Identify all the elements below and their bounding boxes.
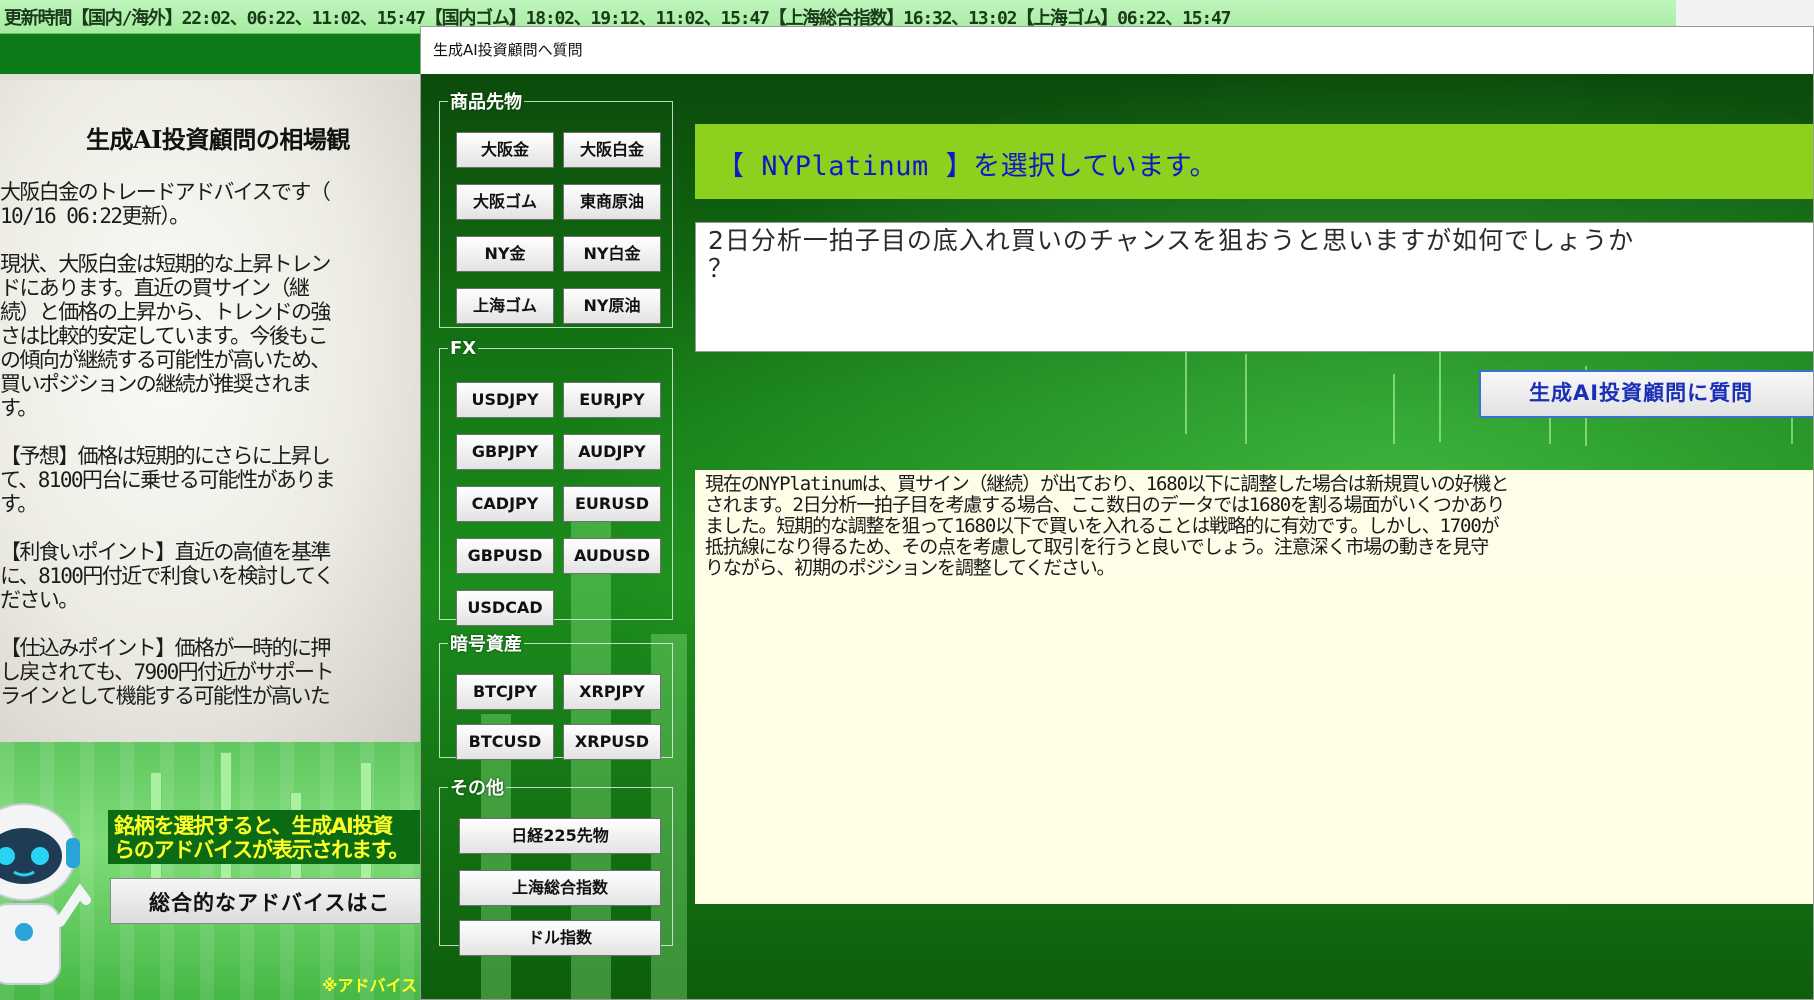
- bg-wick: [1393, 374, 1395, 444]
- btn-shanghai-composite[interactable]: 上海総合指数: [459, 870, 661, 906]
- question-input[interactable]: 2日分析一拍子目の底入れ買いのチャンスを狙おうと思いますが如何でしょうか ？: [695, 222, 1813, 352]
- commodity-legend: 商品先物: [450, 92, 522, 113]
- selected-instrument-text: 【 NYPlatinum 】を選択しています。: [717, 151, 1218, 182]
- market-view-panel: 生成AI投資顧問の相場観 大阪白金のトレードアドバイスです（ 10/16 06:…: [0, 74, 420, 742]
- fx-legend: FX: [450, 338, 477, 359]
- btn-btcusd[interactable]: BTCUSD: [456, 724, 554, 760]
- btn-osaka-rubber[interactable]: 大阪ゴム: [456, 184, 554, 220]
- ask-advisor-button[interactable]: 生成AI投資顧問に質問: [1479, 370, 1813, 418]
- btn-dollar-index[interactable]: ドル指数: [459, 920, 661, 956]
- market-view-text: 大阪白金のトレードアドバイスです（ 10/16 06:22更新）。 現状、大阪白…: [0, 180, 336, 708]
- btn-xrpjpy[interactable]: XRPJPY: [563, 674, 661, 710]
- btn-ny-crude[interactable]: NY原油: [563, 288, 661, 324]
- header-strip: [0, 34, 420, 74]
- btn-audusd[interactable]: AUDUSD: [563, 538, 661, 574]
- dialog-body: 商品先物 大阪金 大阪白金 大阪ゴム 東商原油 NY金 NY白金 上海ゴム NY…: [421, 74, 1813, 999]
- answer-area: 現在のNYPlatinumは、買サイン（継続）が出ており、1680以下に調整した…: [695, 470, 1813, 904]
- btn-osaka-gold[interactable]: 大阪金: [456, 132, 554, 168]
- btn-gbpjpy[interactable]: GBPJPY: [456, 434, 554, 470]
- fx-group: FX: [439, 338, 673, 620]
- btn-xrpusd[interactable]: XRPUSD: [563, 724, 661, 760]
- btn-cadjpy[interactable]: CADJPY: [456, 486, 554, 522]
- btn-shanghai-rubber[interactable]: 上海ゴム: [456, 288, 554, 324]
- market-view-title: 生成AI投資顧問の相場観: [86, 125, 350, 154]
- btn-nikkei225-futures[interactable]: 日経225先物: [459, 818, 661, 854]
- other-legend: その他: [450, 778, 504, 799]
- btn-gbpusd[interactable]: GBPUSD: [456, 538, 554, 574]
- btn-ny-gold[interactable]: NY金: [456, 236, 554, 272]
- btn-eurusd[interactable]: EURUSD: [563, 486, 661, 522]
- advice-footnote: ※アドバイス: [322, 976, 418, 995]
- advice-promo-area: 銘柄を選択すると、生成AI投資 らのアドバイスが表示されます。 総合的なアドバイ…: [0, 742, 420, 1000]
- btn-usdjpy[interactable]: USDJPY: [456, 382, 554, 418]
- crypto-legend: 暗号資産: [450, 634, 522, 655]
- btn-audjpy[interactable]: AUDJPY: [563, 434, 661, 470]
- bg-wick: [1439, 342, 1441, 442]
- ask-advisor-dialog: 生成AI投資顧問へ質問 商品先物 大阪金 大阪白金 大阪ゴム 東商原油 NY金 …: [420, 26, 1814, 1000]
- btn-btcjpy[interactable]: BTCJPY: [456, 674, 554, 710]
- bg-wick: [1245, 354, 1247, 444]
- btn-tocom-crude[interactable]: 東商原油: [563, 184, 661, 220]
- btn-osaka-platinum[interactable]: 大阪白金: [563, 132, 661, 168]
- overall-advice-button[interactable]: 総合的なアドバイスはこ: [110, 878, 420, 924]
- robot-mascot-icon: [0, 803, 91, 985]
- btn-eurjpy[interactable]: EURJPY: [563, 382, 661, 418]
- selected-instrument-banner: 【 NYPlatinum 】を選択しています。: [695, 124, 1813, 199]
- answer-text: 現在のNYPlatinumは、買サイン（継続）が出ており、1680以下に調整した…: [705, 474, 1805, 584]
- btn-usdcad[interactable]: USDCAD: [456, 590, 554, 626]
- select-instrument-notice: 銘柄を選択すると、生成AI投資 らのアドバイスが表示されます。: [108, 810, 420, 864]
- btn-ny-platinum[interactable]: NY白金: [563, 236, 661, 272]
- dialog-title: 生成AI投資顧問へ質問: [433, 41, 583, 59]
